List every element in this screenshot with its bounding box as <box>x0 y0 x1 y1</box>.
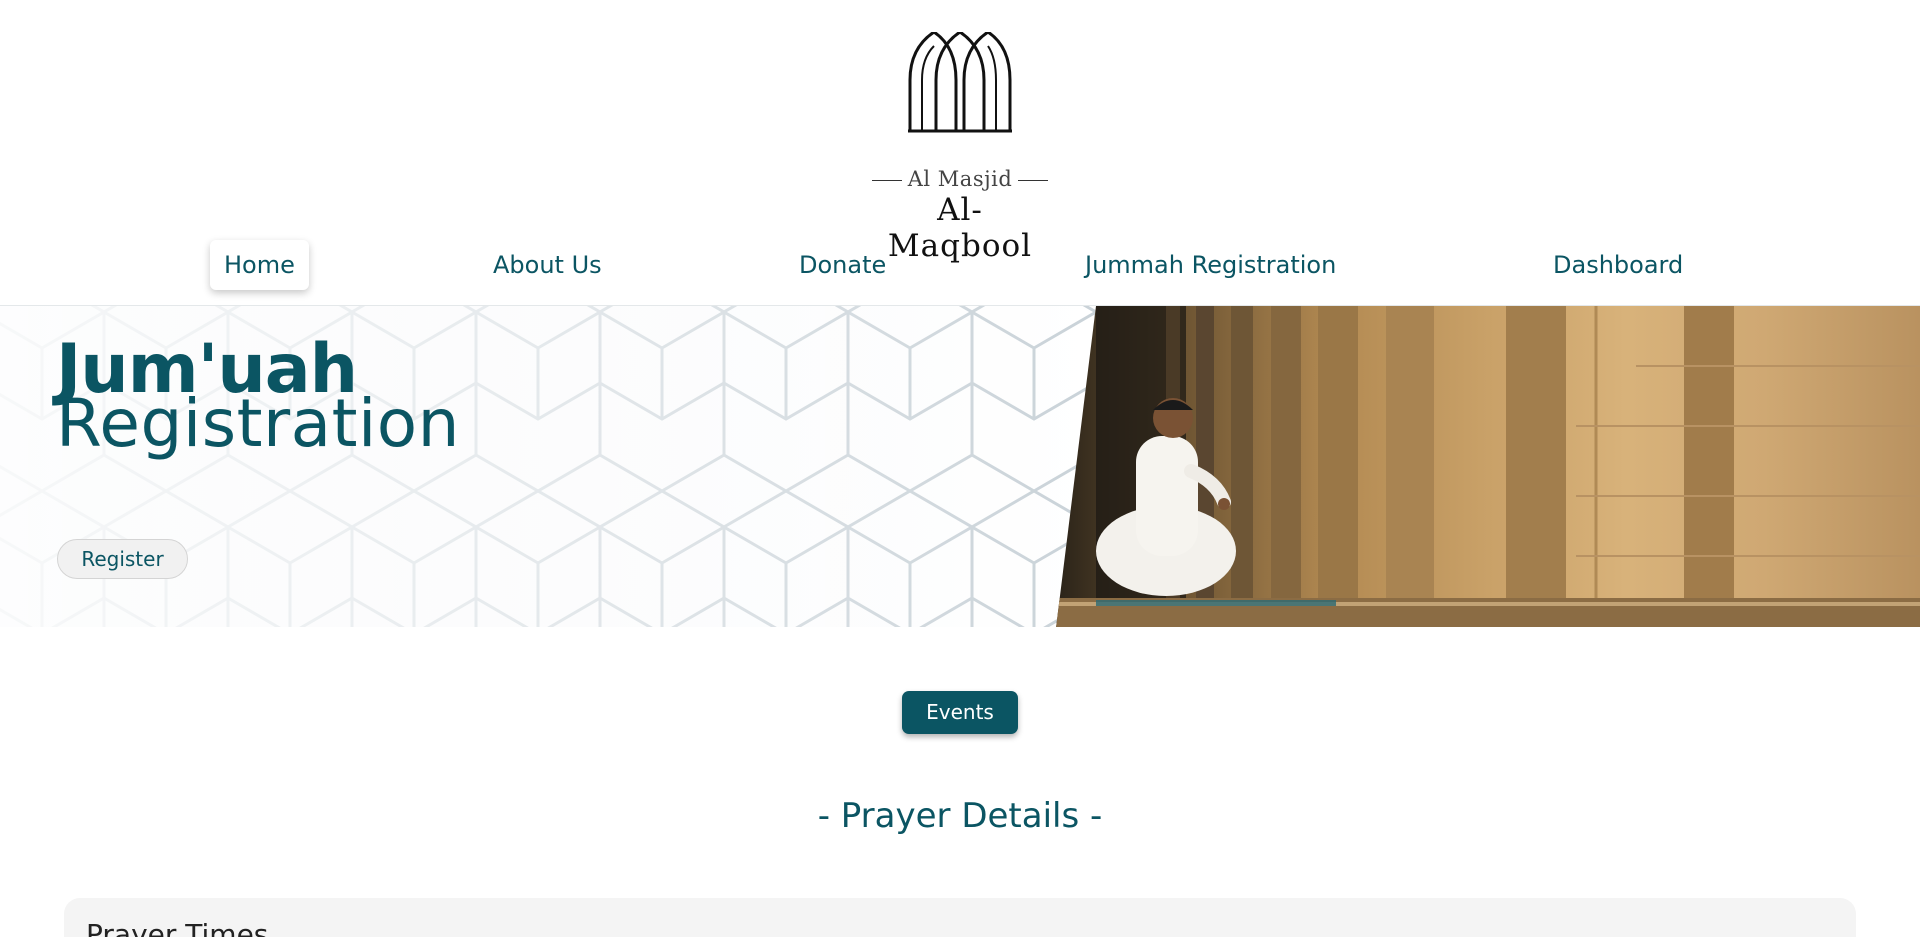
prayer-times-panel: Prayer Times <box>64 898 1856 937</box>
prayer-details-heading: - Prayer Details - <box>817 796 1103 836</box>
register-button[interactable]: Register <box>57 539 188 579</box>
nav-home[interactable]: Home <box>210 240 309 290</box>
logo-subtitle-text: Al Masjid <box>907 167 1013 191</box>
nav-about-us[interactable]: About Us <box>479 240 616 290</box>
events-button[interactable]: Events <box>902 691 1018 734</box>
main-nav: Home About Us Donate Jummah Registration… <box>0 238 1920 294</box>
nav-jummah-registration[interactable]: Jummah Registration <box>1071 240 1350 290</box>
site-logo[interactable]: Al Masjid Al- Maqbool <box>860 28 1060 264</box>
prayer-times-title: Prayer Times <box>86 918 269 937</box>
hero-title-line2: Registration <box>56 385 460 462</box>
logo-dash-left <box>871 179 902 182</box>
logo-subtitle: Al Masjid <box>860 167 1060 191</box>
nav-donate[interactable]: Donate <box>785 240 900 290</box>
nav-dashboard[interactable]: Dashboard <box>1539 240 1697 290</box>
hero-mosque-photo <box>1056 306 1920 627</box>
mosque-arches-icon <box>908 32 1012 133</box>
logo-dash-right <box>1018 179 1049 182</box>
